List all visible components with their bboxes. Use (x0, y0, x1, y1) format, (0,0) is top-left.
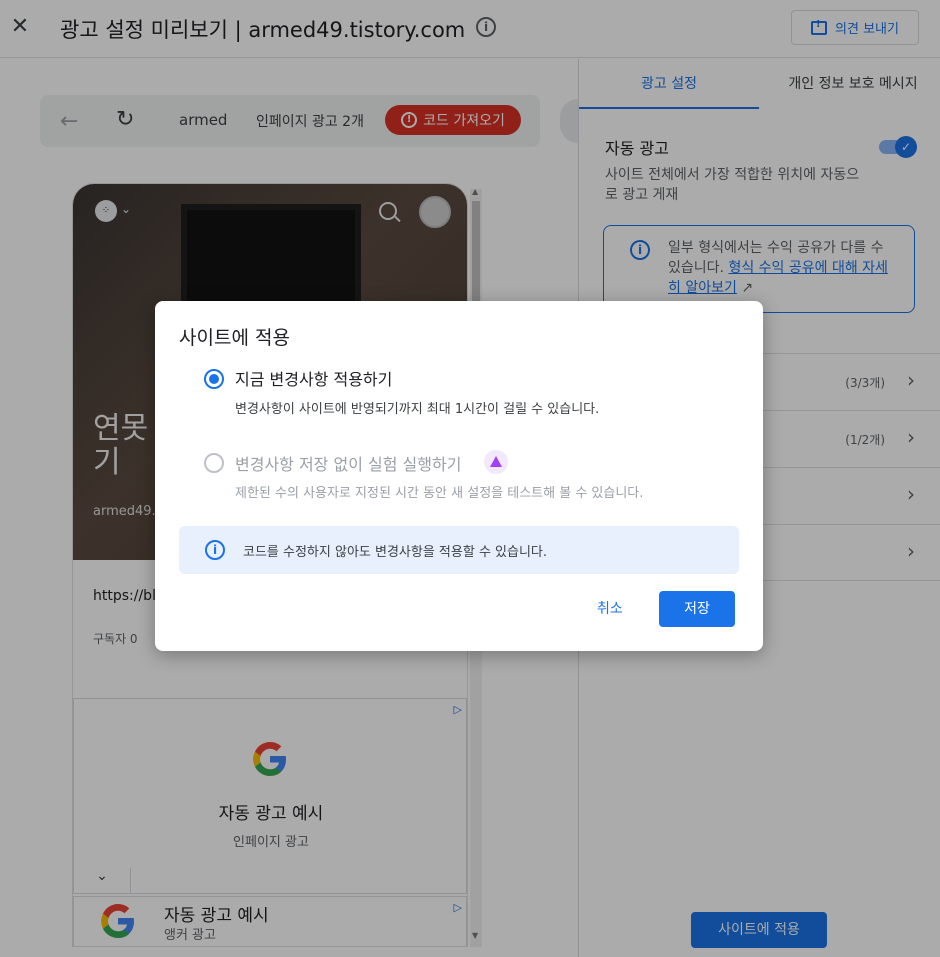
dialog-info-text: 코드를 수정하지 않아도 변경사항을 적용할 수 있습니다. (243, 545, 548, 560)
dialog-title: 사이트에 적용 (179, 327, 290, 349)
run-experiment-label[interactable]: 변경사항 저장 없이 실험 실행하기 (235, 451, 461, 475)
save-button[interactable]: 저장 (659, 591, 735, 627)
radio-run-experiment[interactable] (204, 453, 224, 473)
flask-icon (484, 450, 508, 474)
run-experiment-description: 제한된 수의 사용자로 지정된 시간 동안 새 설정을 테스트해 볼 수 있습니… (235, 486, 644, 501)
apply-now-label[interactable]: 지금 변경사항 적용하기 (235, 366, 392, 390)
info-icon: i (205, 540, 225, 560)
cancel-button[interactable]: 취소 (589, 591, 631, 627)
apply-now-description: 변경사항이 사이트에 반영되기까지 최대 1시간이 걸릴 수 있습니다. (235, 402, 600, 417)
radio-apply-now[interactable] (204, 369, 224, 389)
apply-dialog: 사이트에 적용 지금 변경사항 적용하기 변경사항이 사이트에 반영되기까지 최… (155, 301, 763, 651)
dialog-info-banner: i 코드를 수정하지 않아도 변경사항을 적용할 수 있습니다. (179, 526, 739, 574)
